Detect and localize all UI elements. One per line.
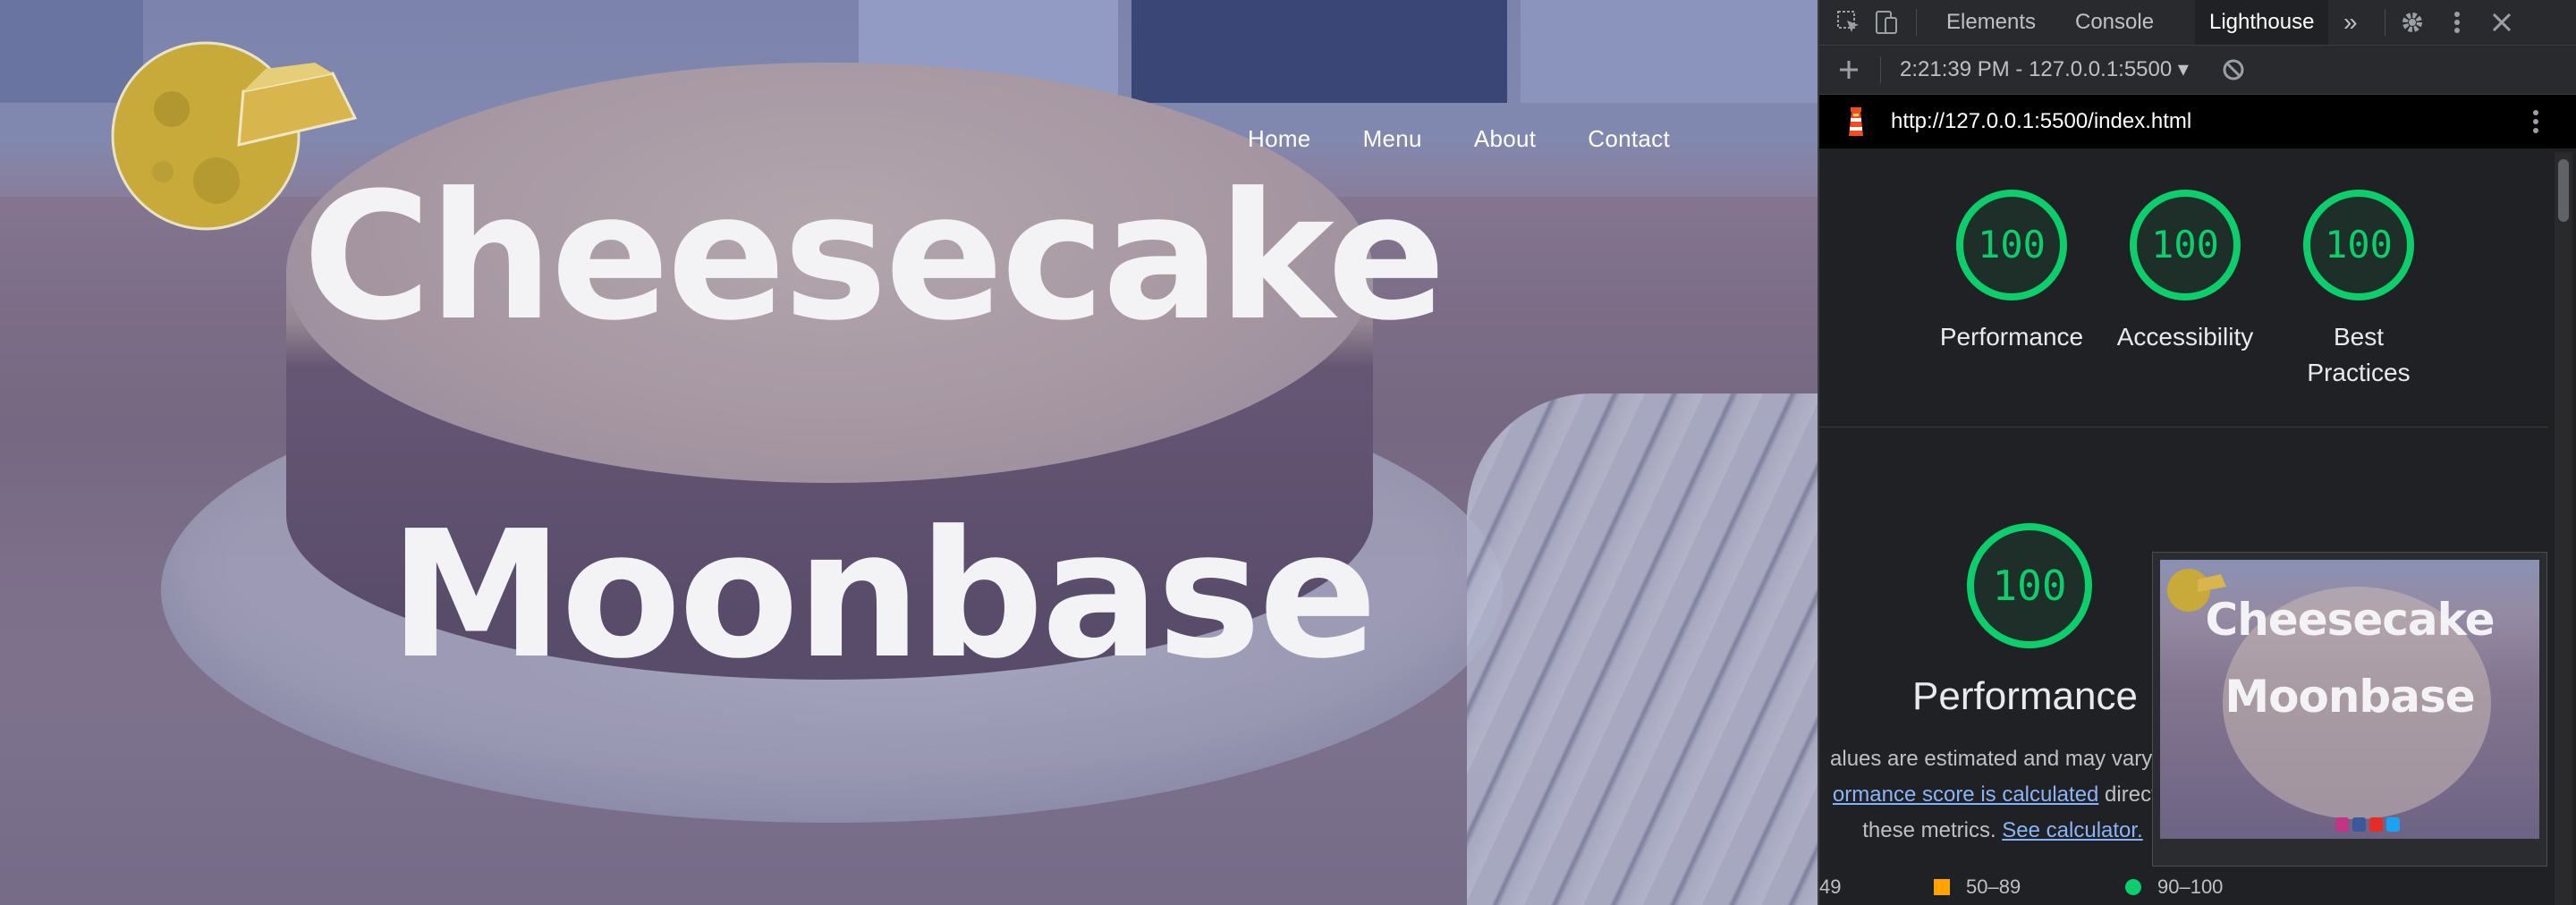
final-screenshot-thumbnail[interactable]: Cheesecake Moonbase xyxy=(2152,552,2547,867)
nav-contact-link[interactable]: Contact xyxy=(1588,125,1670,153)
legend-fail-range: 49 xyxy=(1819,875,1842,898)
legend-average-range: 50–89 xyxy=(1966,875,2021,898)
performance-description: alues are estimated and may vary. T orma… xyxy=(1819,741,2195,849)
report-url[interactable]: http://127.0.0.1:5500/index.html xyxy=(1891,109,2191,134)
website-viewport: Home Menu About Contact Cheesecake Moonb… xyxy=(0,0,1818,905)
description-line: alues are estimated and may vary. T xyxy=(1830,747,2175,771)
gauge-label-best-practices: Best Practices xyxy=(2307,323,2411,386)
description-line: these metrics. See calculator. xyxy=(1819,813,2195,849)
devtools-tabbar: Elements Console Lighthouse » xyxy=(1819,0,2576,46)
gauge-performance[interactable]: 100 xyxy=(1953,187,2070,303)
nav-home-link[interactable]: Home xyxy=(1248,125,1311,153)
lighthouse-icon xyxy=(1849,107,1863,136)
gauge-label-performance: Performance xyxy=(1939,323,2084,351)
legend-fail: 49 xyxy=(1819,875,1841,899)
hero-title-line2: Moonbase xyxy=(388,494,1377,698)
clear-reports-icon[interactable] xyxy=(2220,56,2247,83)
twitter-icon xyxy=(2386,817,2400,832)
thumb-social-icons xyxy=(2335,817,2400,833)
report-selector[interactable]: 2:21:39 PM - 127.0.0.1:5500 ▾ xyxy=(1900,56,2189,82)
inspect-element-icon[interactable] xyxy=(1835,9,1862,36)
lighthouse-report: 100 Performance 100 Accessibility 100 Be… xyxy=(1819,149,2548,905)
nav-menu-link[interactable]: Menu xyxy=(1363,125,1422,153)
nav-about-link[interactable]: About xyxy=(1474,125,1536,153)
toolbar-separator xyxy=(1880,56,1881,83)
average-square-icon xyxy=(1934,879,1950,895)
devtools-panel: Elements Console Lighthouse » 2:21:39 PM… xyxy=(1818,0,2576,905)
tab-lighthouse[interactable]: Lighthouse xyxy=(2195,0,2329,45)
performance-title: Performance xyxy=(1912,674,2138,718)
pass-circle-icon xyxy=(2125,879,2141,895)
scrollbar-thumb[interactable] xyxy=(2558,159,2569,222)
new-report-icon[interactable] xyxy=(1835,56,1862,83)
legend-pass-range: 90–100 xyxy=(2157,875,2224,898)
gauge-accessibility[interactable]: 100 xyxy=(2127,187,2243,303)
more-options-icon[interactable] xyxy=(2444,9,2470,36)
description-text: these metrics. xyxy=(1862,818,2003,842)
facebook-icon xyxy=(2352,817,2366,832)
score-calculated-link[interactable]: ormance score is calculated xyxy=(1833,782,2098,807)
report-scrollbar[interactable] xyxy=(2555,152,2572,905)
description-line: ormance score is calculated directly xyxy=(1819,777,2195,813)
gauge-label-accessibility: Accessibility xyxy=(2116,323,2254,351)
tab-elements[interactable]: Elements xyxy=(1932,0,2050,45)
score-value: 100 xyxy=(1978,223,2046,266)
yelp-icon xyxy=(2369,817,2383,832)
report-url-bar: http://127.0.0.1:5500/index.html xyxy=(1819,95,2576,148)
see-calculator-link[interactable]: See calculator. xyxy=(2002,818,2142,842)
score-value: 100 xyxy=(2151,223,2219,266)
gauge-performance-large: 100 xyxy=(1964,520,2095,651)
score-value: 100 xyxy=(2325,223,2393,266)
thumb-title-line2: Moonbase xyxy=(2224,671,2475,723)
device-toolbar-icon[interactable] xyxy=(1873,9,1900,36)
hero-title-line1: Cheesecake xyxy=(302,156,1445,359)
more-tabs-button[interactable]: » xyxy=(2329,0,2372,45)
legend-average: 50–89 xyxy=(1934,875,2021,899)
thumb-title-line1: Cheesecake xyxy=(2205,594,2496,646)
gauge-best-practices[interactable]: 100 xyxy=(2301,187,2417,303)
lighthouse-toolbar: 2:21:39 PM - 127.0.0.1:5500 ▾ xyxy=(1819,46,2576,95)
close-icon[interactable] xyxy=(2488,9,2515,36)
legend-pass: 90–100 xyxy=(2125,875,2223,899)
toolbar-separator xyxy=(1916,9,1917,36)
settings-gear-icon[interactable] xyxy=(2399,9,2426,36)
tab-console[interactable]: Console xyxy=(2061,0,2168,45)
site-nav: Home Menu About Contact xyxy=(1248,125,1670,153)
screenshot-image: Cheesecake Moonbase xyxy=(2160,560,2539,839)
score-value: 100 xyxy=(1992,562,2067,610)
url-menu-icon[interactable] xyxy=(2522,107,2549,136)
instagram-icon xyxy=(2335,817,2349,832)
